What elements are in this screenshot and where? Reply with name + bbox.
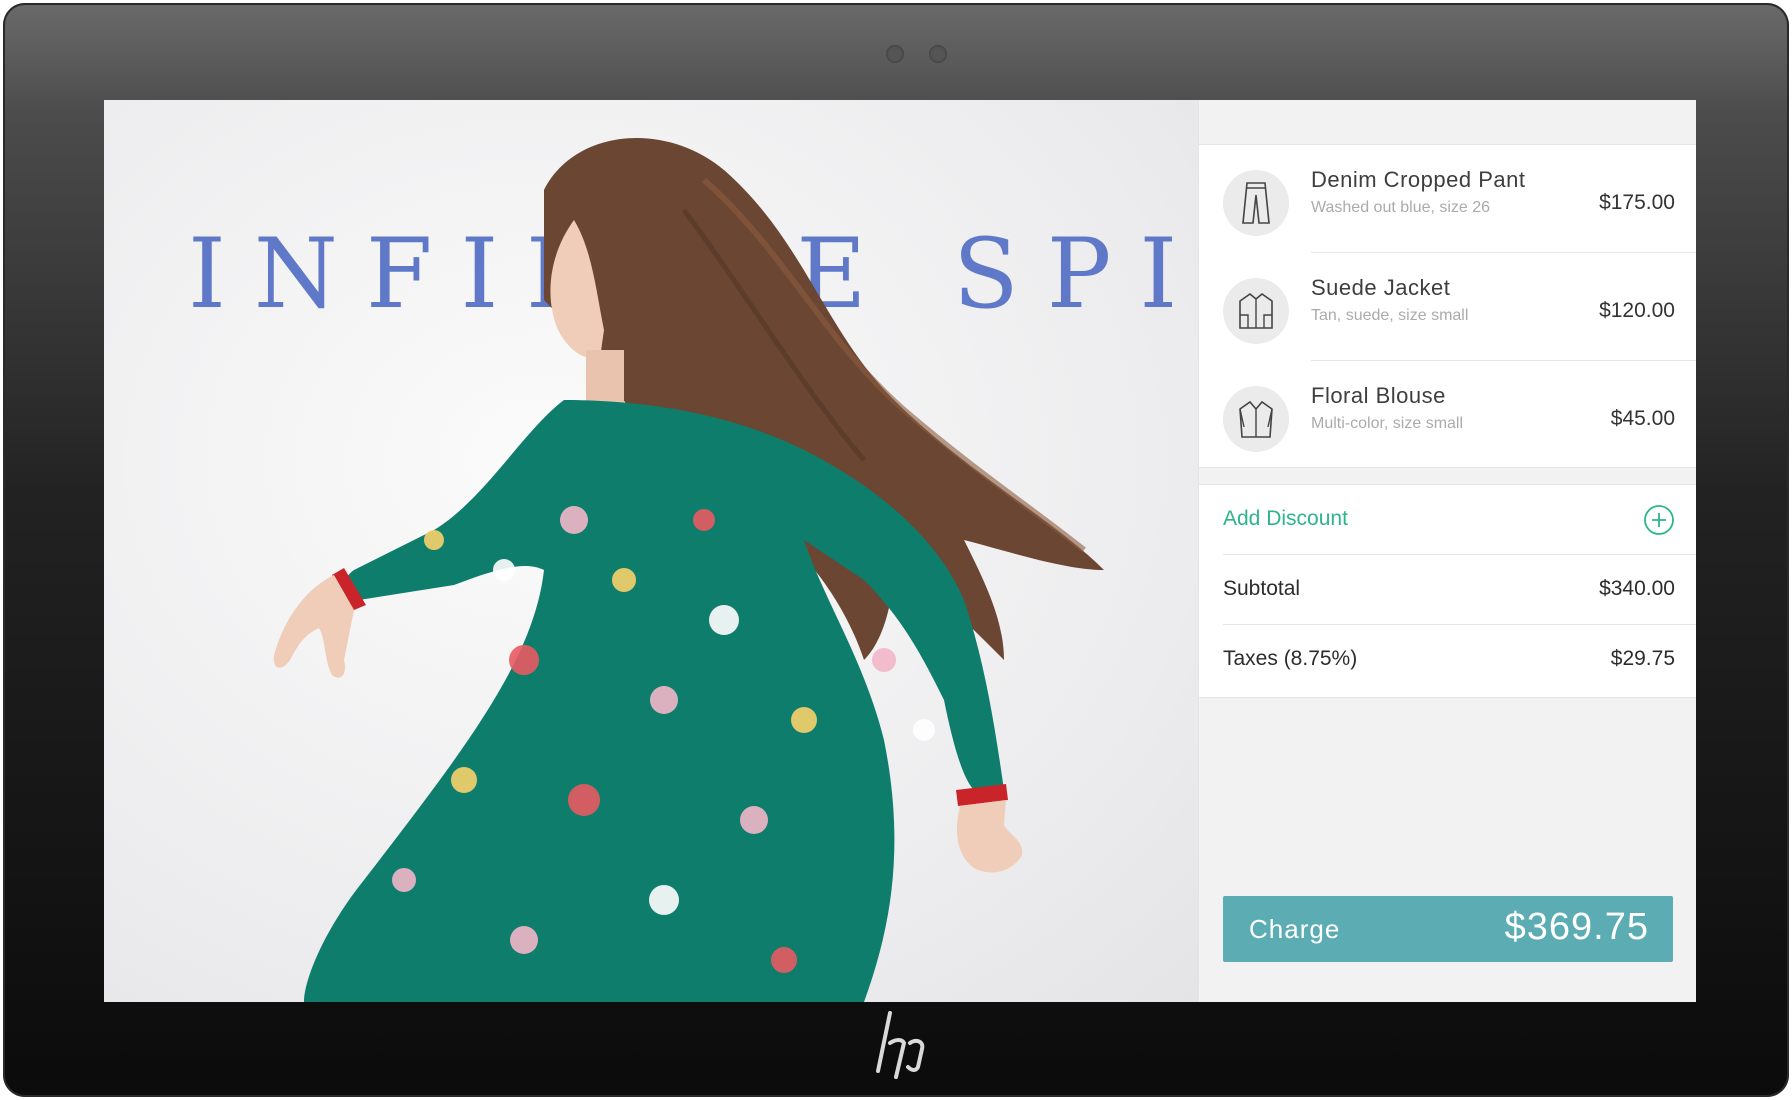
taxes-value: $29.75: [1610, 647, 1675, 670]
item-price: $175.00: [1599, 191, 1675, 214]
cart-item[interactable]: Denim Cropped Pant Washed out blue, size…: [1199, 145, 1696, 253]
blouse-icon: [1223, 386, 1289, 452]
charge-button[interactable]: Charge $369.75: [1223, 896, 1673, 962]
taxes-row: Taxes (8.75%) $29.75: [1199, 625, 1696, 695]
cart-item[interactable]: Suede Jacket Tan, suede, size small $120…: [1199, 253, 1696, 361]
cart-items: Denim Cropped Pant Washed out blue, size…: [1199, 144, 1696, 468]
subtotal-label: Subtotal: [1223, 577, 1301, 600]
hp-logo: [876, 1011, 925, 1079]
jacket-icon: [1223, 278, 1289, 344]
taxes-label: Taxes (8.75%): [1223, 647, 1358, 670]
hero-banner: INFINITE SPIRIT: [104, 100, 1198, 1002]
cart-item[interactable]: Floral Blouse Multi-color, size small $4…: [1199, 361, 1696, 469]
item-price: $45.00: [1610, 407, 1675, 430]
item-name: Denim Cropped Pant: [1311, 167, 1526, 192]
item-price: $120.00: [1599, 299, 1675, 322]
item-name: Floral Blouse: [1311, 383, 1446, 408]
item-description: Multi-color, size small: [1311, 415, 1464, 432]
cart-panel: Denim Cropped Pant Washed out blue, size…: [1198, 100, 1696, 1002]
item-description: Washed out blue, size 26: [1311, 199, 1491, 216]
item-description: Tan, suede, size small: [1311, 307, 1469, 324]
model-photo: [273, 137, 1104, 1002]
plus-icon[interactable]: [1643, 504, 1675, 536]
item-name: Suede Jacket: [1311, 275, 1451, 300]
pants-icon: [1223, 170, 1289, 236]
add-discount-label[interactable]: Add Discount: [1223, 507, 1348, 531]
pos-device: INFINITE SPIRIT: [3, 3, 1789, 1097]
subtotal-value: $340.00: [1599, 577, 1675, 600]
totals-card: Add Discount Subtotal $340.00 Taxes (8.7…: [1199, 484, 1696, 698]
camera-sensor: [929, 45, 947, 63]
camera-lens: [886, 45, 904, 63]
subtotal-row: Subtotal $340.00: [1199, 555, 1696, 625]
charge-label: Charge: [1249, 914, 1341, 944]
screen: INFINITE SPIRIT: [104, 100, 1696, 1002]
charge-total: $369.75: [1504, 906, 1649, 948]
add-discount-row[interactable]: Add Discount: [1199, 485, 1696, 555]
